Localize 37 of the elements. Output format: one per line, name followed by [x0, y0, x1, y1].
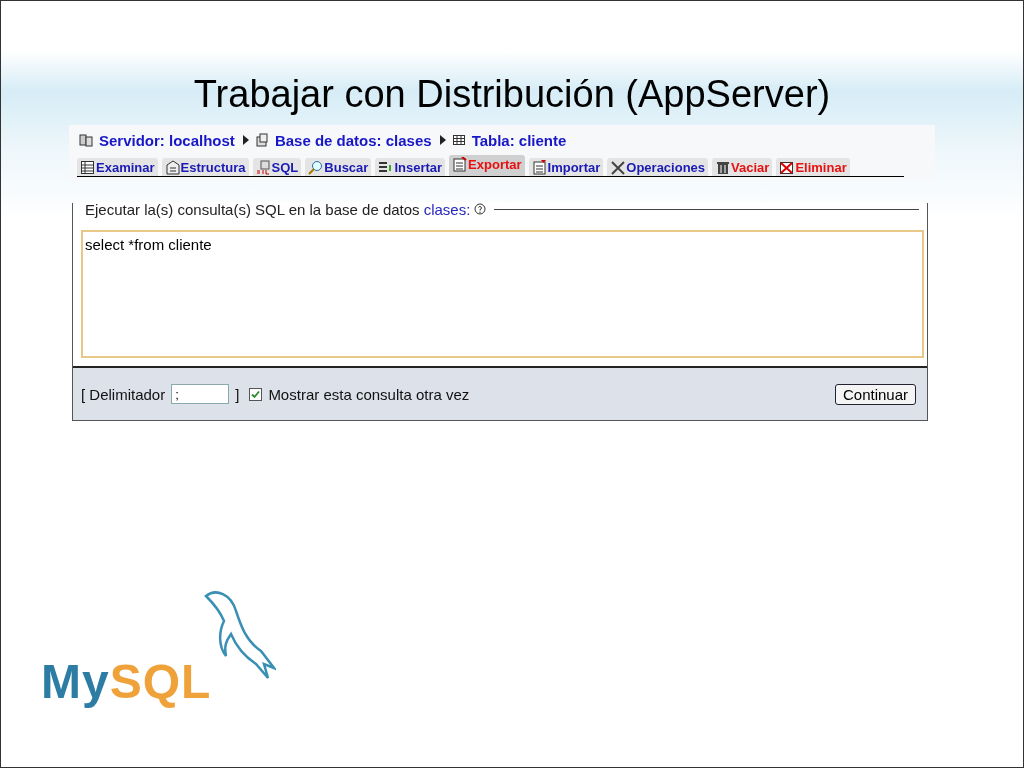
arrow-icon — [242, 135, 249, 145]
cross-icon — [779, 160, 795, 175]
trash-icon — [715, 160, 731, 175]
table-icon — [80, 160, 95, 175]
tab[interactable]: Operaciones — [607, 158, 709, 176]
bracket-text: ] — [235, 385, 240, 403]
database-link[interactable]: clases: — [423, 200, 471, 218]
checkbox-label: Mostrar esta consulta otra vez — [268, 385, 470, 403]
server-icon — [79, 133, 93, 147]
slide-title: Trabajar con Distribución (AppServer) — [192, 72, 832, 117]
sql-query-field[interactable]: select *from cliente — [81, 230, 924, 358]
tab[interactable]: Examinar — [77, 158, 158, 176]
breadcrumb-link[interactable]: Tabla: cliente — [471, 131, 567, 149]
table-icon — [451, 133, 466, 147]
document-icon — [531, 160, 547, 175]
tab[interactable]: Eliminar — [776, 158, 850, 176]
tab[interactable]: SQL — [252, 158, 302, 176]
tab[interactable]: Importar — [528, 158, 604, 176]
tab[interactable]: Estructura — [161, 158, 249, 176]
tab[interactable]: Vaciar — [712, 158, 773, 176]
delimiter-field[interactable]: ; — [171, 384, 230, 404]
tab[interactable]: Buscar — [305, 158, 372, 176]
delimiter-label: [ Delimitador — [81, 385, 166, 403]
tab[interactable]: Insertar — [375, 158, 446, 176]
arrow-icon — [439, 135, 446, 145]
checkbox[interactable] — [249, 387, 263, 401]
continue-button[interactable]: Continuar — [834, 383, 916, 405]
tools-icon — [610, 160, 626, 175]
database-icon — [254, 133, 269, 147]
logo-text: MySQL — [41, 654, 212, 709]
document-icon — [452, 157, 468, 172]
breadcrumb-link[interactable]: Base de datos: clases — [274, 131, 432, 149]
insert-icon — [378, 160, 394, 175]
document-icon — [164, 160, 180, 175]
breadcrumb-link[interactable]: Servidor: localhost — [99, 131, 235, 149]
magnifier-icon — [308, 160, 324, 175]
legend-text: Ejecutar la(s) consulta(s) SQL en la base de datos — [85, 200, 420, 218]
